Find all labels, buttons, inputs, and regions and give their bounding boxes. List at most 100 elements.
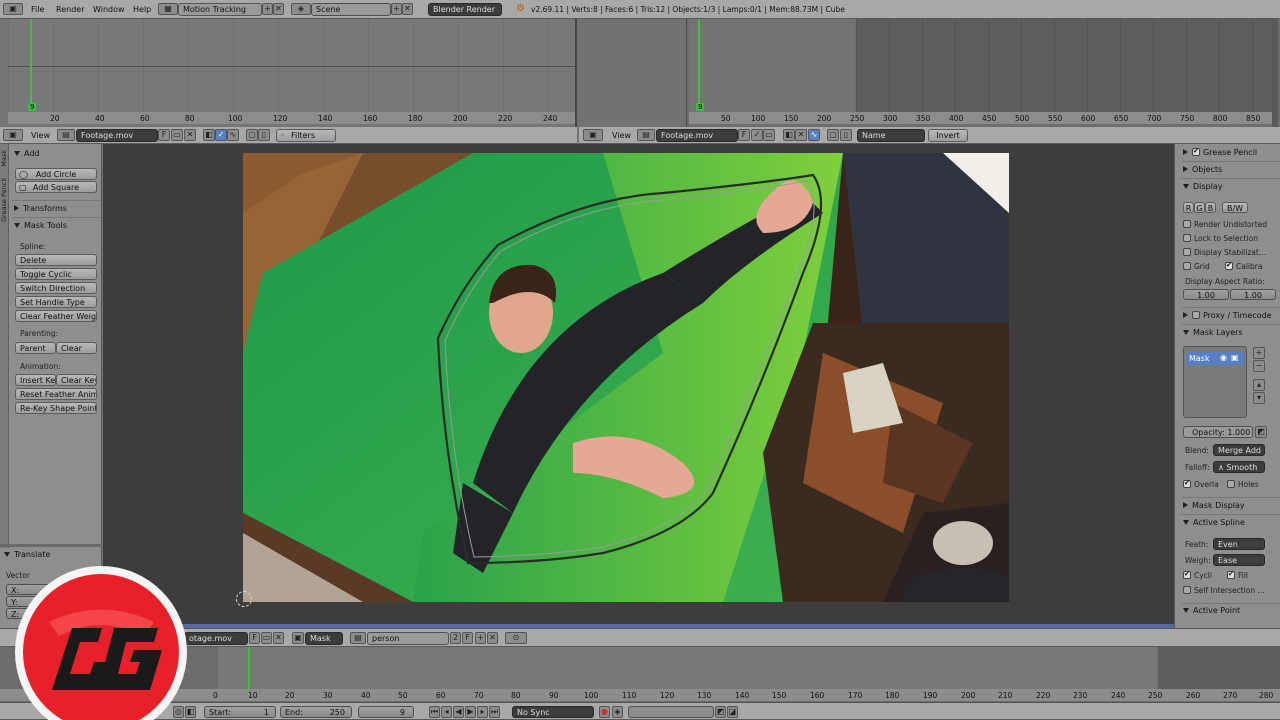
panel-mask-tools[interactable]: Mask Tools [14, 221, 67, 230]
timeline[interactable]: 0 10 20 30 40 50 60 70 80 90 100 110 120… [0, 647, 1280, 702]
lock-icon[interactable]: ▣ [1231, 353, 1239, 362]
scene-icon[interactable]: ◈ [291, 3, 311, 15]
jump-start-icon[interactable]: ⏮ [429, 706, 440, 718]
sync-select[interactable]: No Sync [512, 706, 594, 718]
set-handle-type-button[interactable]: Set Handle Type [15, 296, 97, 308]
curve-icon[interactable]: ∿ [808, 129, 820, 141]
toggle-cyclic-button[interactable]: Toggle Cyclic [15, 268, 97, 280]
panel-grease-pencil[interactable]: Grease Pencil [1183, 148, 1257, 157]
weight-select[interactable]: Ease [1213, 554, 1265, 566]
unlink-mask-icon[interactable]: ✕ [487, 632, 498, 644]
clip-name-field[interactable]: otage.mov [184, 632, 248, 645]
channel-r-toggle[interactable]: R [1183, 202, 1194, 213]
open-folder-icon[interactable]: ▭ [171, 129, 183, 141]
delete-button[interactable]: Delete [15, 254, 97, 266]
unlink-icon[interactable]: ✕ [273, 632, 284, 644]
checkbox[interactable] [1227, 480, 1235, 488]
mode-select[interactable]: Mask [305, 632, 343, 645]
self-intersection-option[interactable]: Self Intersection ... [1183, 586, 1265, 595]
vertical-scrollbar[interactable] [1272, 19, 1278, 127]
menu-view[interactable]: View [31, 131, 50, 140]
proxy-checkbox[interactable] [1192, 311, 1200, 319]
clip-browse-icon[interactable]: ▤ [57, 129, 75, 141]
add-mask-icon[interactable]: + [475, 632, 486, 644]
sort-select[interactable]: Name [857, 129, 925, 142]
add-scene-icon[interactable]: + [391, 3, 402, 15]
fill-option[interactable]: Fill [1227, 571, 1248, 580]
checkbox[interactable] [1183, 480, 1191, 488]
aspect-x-field[interactable]: 1.00 [1183, 289, 1229, 300]
graph-editor-right[interactable]: 9 50 100 150 200 250 300 350 400 450 500… [579, 19, 1280, 127]
add-square-button[interactable]: ▢ Add Square [15, 181, 97, 193]
mask-spline[interactable] [243, 153, 1009, 602]
clear-parent-button[interactable]: Clear [56, 342, 97, 354]
panel-objects[interactable]: Objects [1183, 165, 1222, 174]
play-icon[interactable]: ▶ [465, 706, 476, 718]
grease-pencil-checkbox[interactable] [1192, 148, 1200, 156]
checkbox[interactable] [1183, 220, 1191, 228]
panel-proxy-timecode[interactable]: Proxy / Timecode [1183, 311, 1272, 320]
reset-feather-anim-button[interactable]: Reset Feather Anim... [15, 388, 97, 400]
keyframe-icon[interactable]: ◩ [1255, 426, 1267, 438]
add-layer-icon[interactable]: + [1253, 347, 1265, 359]
add-circle-button[interactable]: ◯ Add Circle [15, 168, 97, 180]
delete-keyframe-icon[interactable]: ◪ [727, 706, 738, 718]
tab-grease-pencil[interactable]: Grease Pencil [0, 178, 9, 222]
fake-user-button[interactable]: F [249, 632, 260, 644]
clear-key-button[interactable]: Clear Key [56, 374, 97, 386]
panel-active-spline[interactable]: Active Spline [1183, 518, 1245, 527]
invert-button[interactable]: Invert [928, 129, 968, 142]
panel-mask-layers[interactable]: Mask Layers [1183, 328, 1243, 337]
switch-direction-button[interactable]: Switch Direction [15, 282, 97, 294]
clip-browse-icon[interactable]: ▤ [637, 129, 655, 141]
panel-translate[interactable]: Translate [4, 550, 50, 559]
pin-icon[interactable]: ▯ [258, 129, 270, 141]
remove-layout-icon[interactable]: ✕ [273, 3, 284, 15]
mask-name-field[interactable]: person [367, 632, 449, 645]
opacity-slider[interactable]: Opacity: 1.000 [1183, 426, 1253, 438]
next-keyframe-icon[interactable]: ▸ [477, 706, 488, 718]
render-engine-select[interactable]: Blender Render [428, 3, 502, 16]
menu-render[interactable]: Render [56, 5, 84, 14]
prev-keyframe-icon[interactable]: ◂ [441, 706, 452, 718]
record-icon[interactable]: ● [599, 706, 610, 718]
blend-select[interactable]: Merge Add [1213, 444, 1265, 456]
eye-icon[interactable]: ◉ [1220, 353, 1227, 362]
move-down-icon[interactable]: ▾ [1253, 392, 1265, 404]
editor-type-icon[interactable]: ▣ [583, 129, 603, 141]
show-hidden-icon[interactable]: ▭ [763, 129, 775, 141]
pin-icon[interactable]: ▯ [840, 129, 852, 141]
lock-icon[interactable]: ▢ [246, 129, 258, 141]
channel-b-toggle[interactable]: B [1205, 202, 1216, 213]
overlap-option[interactable]: Overla [1183, 480, 1219, 489]
clip-name-field[interactable]: Footage.mov [656, 129, 738, 142]
calibration-option[interactable]: Calibra [1225, 262, 1262, 271]
keying-icon[interactable]: ◈ [612, 706, 623, 718]
curve-icon[interactable]: ∿ [227, 129, 239, 141]
jump-end-icon[interactable]: ⏭ [489, 706, 500, 718]
menu-file[interactable]: File [31, 5, 44, 14]
checkbox[interactable] [1183, 586, 1191, 594]
checkbox[interactable] [1225, 262, 1233, 270]
mask-layer-list[interactable]: Mask ◉ ▣ [1183, 346, 1247, 418]
holes-option[interactable]: Holes [1227, 480, 1259, 489]
current-frame-field[interactable]: 9 [358, 706, 414, 718]
fake-user-button[interactable]: F [158, 129, 170, 141]
scene-field[interactable]: Scene [311, 3, 391, 16]
parent-button[interactable]: Parent [15, 342, 56, 354]
menu-view[interactable]: View [612, 131, 631, 140]
aspect-y-field[interactable]: 1.00 [1230, 289, 1276, 300]
editor-type-icon[interactable]: ▣ [3, 129, 23, 141]
lock-icon[interactable]: ▢ [827, 129, 839, 141]
only-selected-icon[interactable]: ✓ [751, 129, 763, 141]
clip-viewport[interactable] [103, 144, 1174, 628]
end-frame-field[interactable]: End: 250 [280, 706, 352, 718]
start-frame-field[interactable]: Start: 1 [204, 706, 276, 718]
bw-toggle[interactable]: B/W [1222, 202, 1248, 213]
play-reverse-icon[interactable]: ◀ [453, 706, 464, 718]
channel-g-toggle[interactable]: G [1194, 202, 1205, 213]
panel-display[interactable]: Display [1183, 182, 1223, 191]
render-undistorted-option[interactable]: Render Undistorted [1183, 220, 1267, 229]
graph-icon[interactable]: ✓ [215, 129, 227, 141]
panel-mask-display[interactable]: Mask Display [1183, 501, 1245, 510]
